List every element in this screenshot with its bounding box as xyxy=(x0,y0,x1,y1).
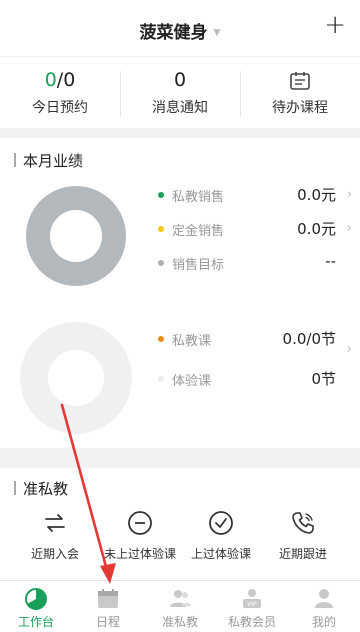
today-appointments[interactable]: 0/0 今日预约 xyxy=(0,67,120,117)
chevron-right-icon: › xyxy=(346,187,352,202)
no-trial-button[interactable]: 未上过体验课 xyxy=(95,508,185,562)
sales-row-target: 销售目标 -- xyxy=(158,252,358,276)
message-count: 0 xyxy=(173,69,187,91)
calendar-icon xyxy=(98,589,118,608)
course-donut-chart xyxy=(20,322,132,434)
phone-icon xyxy=(292,512,314,534)
bottom-tab-bar: 工作台 日程 准私教 VIP 私教会员 我的 xyxy=(0,580,360,632)
tab-schedule[interactable]: 日程 xyxy=(72,587,144,630)
user-group-icon xyxy=(170,590,191,607)
transfer-icon xyxy=(45,514,65,532)
pending-label: 待办课程 xyxy=(272,100,328,116)
tab-members[interactable]: VIP 私教会员 xyxy=(216,587,288,630)
tab-prospects[interactable]: 准私教 xyxy=(144,587,216,630)
svg-text:VIP: VIP xyxy=(247,601,257,608)
member-card-icon: VIP xyxy=(243,589,261,608)
app-header: 菠菜健身 ▼ + xyxy=(0,0,360,56)
legend-dot xyxy=(158,226,164,232)
sales-donut-chart xyxy=(26,186,126,286)
legend-dot xyxy=(158,260,164,266)
schedule-icon xyxy=(290,71,310,90)
monthly-performance: 本月业绩 私教销售 0.0元 › 定金销售 0.0元 › 销售目标 -- 私教课… xyxy=(0,138,360,448)
message-label: 消息通知 xyxy=(152,100,208,116)
stats-bar: 0/0 今日预约 0 消息通知 待办课程 xyxy=(0,56,360,128)
minus-circle-icon xyxy=(128,511,152,535)
appointment-label: 今日预约 xyxy=(32,100,88,116)
recent-followup-button[interactable]: 近期跟进 xyxy=(258,508,348,562)
legend-dot xyxy=(158,192,164,198)
chevron-down-icon: ▼ xyxy=(213,28,221,38)
legend-dot xyxy=(158,376,164,382)
check-circle-icon xyxy=(209,511,233,535)
chevron-right-icon: › xyxy=(346,221,352,236)
gym-selector[interactable]: 菠菜健身 ▼ xyxy=(0,18,360,43)
course-row-trial[interactable]: 体验课 0节 xyxy=(158,368,358,392)
sales-row-private[interactable]: 私教销售 0.0元 › xyxy=(158,184,358,208)
sales-row-deposit[interactable]: 定金销售 0.0元 › xyxy=(158,218,358,242)
tab-mine[interactable]: 我的 xyxy=(288,587,360,630)
dashboard-icon xyxy=(25,588,47,610)
recent-joined-button[interactable]: 近期入会 xyxy=(10,508,100,562)
legend-dot xyxy=(158,336,164,342)
message-notifications[interactable]: 0 消息通知 xyxy=(120,67,240,117)
person-icon xyxy=(315,589,333,608)
add-button[interactable]: + xyxy=(324,12,346,38)
section-title: 本月业绩 xyxy=(14,150,83,171)
had-trial-button[interactable]: 上过体验课 xyxy=(176,508,266,562)
chevron-right-icon: › xyxy=(346,342,352,357)
pending-courses[interactable]: 待办课程 xyxy=(240,67,360,117)
prospective-members-section: 准私教 近期入会 未上过体验课 上过体验课 近期跟进 xyxy=(0,468,360,580)
tab-workbench[interactable]: 工作台 xyxy=(0,587,72,630)
appointment-count: 0/0 xyxy=(44,69,76,91)
course-row-private[interactable]: 私教课 0.0/0节 › xyxy=(158,328,358,357)
section-title: 准私教 xyxy=(14,478,68,499)
page-title: 菠菜健身 xyxy=(139,23,208,43)
